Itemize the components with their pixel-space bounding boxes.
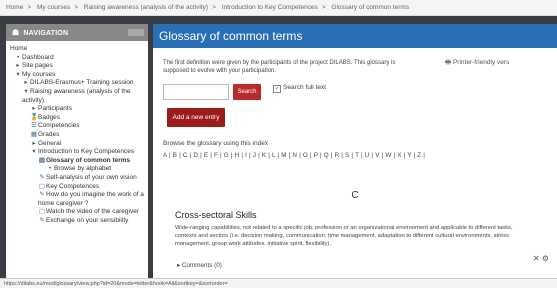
- bullet-icon: •: [48, 165, 52, 173]
- nav-item-label: General: [38, 139, 62, 147]
- entry-actions[interactable]: ✕ ⚙: [533, 254, 549, 263]
- search-input[interactable]: [163, 84, 229, 100]
- alphabet-index[interactable]: A | B | C | D | E | F | G | H | I | J | …: [163, 152, 425, 159]
- nav-item[interactable]: ☰Competencies: [10, 122, 144, 131]
- feedback-icon: ✎: [39, 191, 45, 199]
- nav-item[interactable]: ▢Watch the video of the caregiver: [10, 208, 144, 217]
- navigation-header: ☗ NAVIGATION: [6, 24, 148, 41]
- badge-icon: 🏅: [30, 113, 39, 121]
- breadcrumb-home[interactable]: Home: [6, 4, 23, 11]
- nav-item[interactable]: • Dashboard: [10, 54, 144, 63]
- arrow-icon: ▸: [32, 105, 36, 113]
- nav-item[interactable]: Home: [10, 45, 144, 54]
- nav-item[interactable]: ✎Self-analysis of your own vision: [10, 174, 144, 183]
- nav-item[interactable]: ▤Glossary of common terms: [10, 157, 144, 166]
- feedback-icon: ✎: [39, 216, 45, 224]
- printer-label: Printer-friendly vers: [452, 59, 510, 66]
- nav-item-label: Badges: [38, 113, 61, 121]
- entry-title: Cross-sectoral Skills: [175, 210, 257, 220]
- nav-item[interactable]: ▸ Participants: [10, 105, 144, 114]
- browse-label: Browse the glossary using this index: [163, 140, 269, 147]
- status-bar-url: https://dilabs.eu/mod/glossary/view.php?…: [0, 278, 557, 288]
- nav-item-label: My courses: [22, 70, 56, 78]
- down-icon: ▾: [24, 87, 28, 95]
- comments-label: Comments (0): [181, 262, 222, 269]
- breadcrumb-course[interactable]: Raising awareness (analysis of the activ…: [84, 4, 208, 11]
- nav-item[interactable]: ✎Exchange on your sensibility: [10, 217, 144, 226]
- arrow-icon: ▸: [16, 62, 20, 70]
- letter-heading: C: [351, 190, 359, 201]
- nav-item-label: Glossary of common terms: [46, 156, 131, 164]
- page-icon: ▢: [38, 208, 46, 216]
- arrow-icon: ▸: [24, 79, 28, 87]
- navigation-title: NAVIGATION: [23, 30, 69, 37]
- navigation-icon: ☗: [12, 28, 20, 37]
- nav-item-label: Site pages: [22, 62, 53, 70]
- arrow-icon: ▸: [32, 139, 36, 147]
- nav-item[interactable]: ✎How do you imagine the work of a home c…: [10, 191, 144, 208]
- nav-item-label: Introduction to Key Competences: [38, 148, 135, 156]
- nav-item[interactable]: • Browse by alphabet: [10, 165, 144, 174]
- nav-item[interactable]: ▸ Site pages: [10, 62, 144, 71]
- nav-item-label: Raising awareness (analysis of the activ…: [22, 87, 131, 104]
- breadcrumb-current: Glossary of common terms: [331, 4, 410, 11]
- nav-item-label: Self-analysis of your own vision: [46, 173, 137, 181]
- nav-item-label: Participants: [38, 105, 72, 113]
- down-icon: ▾: [16, 70, 20, 78]
- collapse-block-button[interactable]: [128, 29, 144, 36]
- grades-icon: ▦: [30, 130, 38, 138]
- fulltext-option[interactable]: ✓ Search full text: [273, 84, 326, 93]
- nav-item-label: Key Competences: [46, 182, 100, 190]
- nav-item[interactable]: ▢Key Competences: [10, 183, 144, 192]
- fulltext-label: Search full text: [283, 84, 326, 91]
- navigation-block: ☗ NAVIGATION Home • Dashboard ▸ Site pages ▾ My…: [6, 24, 148, 278]
- breadcrumb-my-courses[interactable]: My courses: [37, 4, 70, 11]
- breadcrumb: Home > My courses > Raising awareness (ana…: [0, 0, 557, 16]
- nav-item[interactable]: ▾ Raising awareness (analysis of the acti…: [10, 88, 144, 105]
- fulltext-checkbox[interactable]: ✓: [273, 85, 281, 93]
- expand-arrow-icon: ▸: [177, 262, 181, 269]
- nav-item-label: Grades: [38, 130, 60, 138]
- page-icon: ▢: [38, 182, 46, 190]
- main-content: Glossary of common terms The first defin…: [153, 24, 557, 280]
- entry-description: Wide-ranging capabilities, not related t…: [175, 225, 513, 247]
- nav-item-label: Watch the video of the caregiver: [46, 208, 139, 216]
- navigation-tree: Home • Dashboard ▸ Site pages ▾ My courses ▸ DIL…: [6, 41, 148, 225]
- breadcrumb-section[interactable]: Introduction to Key Competences: [222, 4, 318, 11]
- nav-item-label: Exchange on your sensibility: [46, 216, 129, 224]
- down-icon: ▾: [32, 148, 36, 156]
- nav-item-label: Home: [10, 45, 28, 52]
- comments-link[interactable]: ▸ Comments (0): [177, 262, 222, 269]
- nav-item[interactable]: ▦Grades: [10, 131, 144, 140]
- feedback-icon: ✎: [39, 173, 45, 181]
- printer-icon: 🖶: [445, 59, 452, 66]
- nav-item-label: DILABS-Erasmus+ Training session: [30, 79, 134, 87]
- competency-icon: ☰: [31, 122, 37, 130]
- nav-item-label: Competencies: [38, 122, 80, 130]
- nav-item[interactable]: ▸ DILABS-Erasmus+ Training session: [10, 79, 144, 88]
- add-entry-button[interactable]: Add a new entry: [167, 108, 225, 127]
- nav-item-label: Dashboard: [22, 53, 54, 61]
- printer-friendly-link[interactable]: 🖶 Printer-friendly vers: [445, 58, 509, 69]
- nav-item[interactable]: 🏅Badges: [10, 114, 144, 123]
- glossary-intro: The first definition were given by the p…: [163, 60, 396, 74]
- nav-item[interactable]: ▾ My courses: [10, 71, 144, 80]
- search-button[interactable]: Search: [233, 84, 261, 100]
- nav-item[interactable]: ▾ Introduction to Key Competences: [10, 148, 144, 157]
- bullet-icon: •: [16, 53, 20, 61]
- nav-item-label: Browse by alphabet: [54, 165, 112, 173]
- nav-item-label: How do you imagine the work of a home ca…: [38, 191, 144, 207]
- nav-item[interactable]: ▸ General: [10, 140, 144, 149]
- glossary-icon: ▤: [38, 156, 46, 164]
- page-title: Glossary of common terms: [153, 24, 557, 48]
